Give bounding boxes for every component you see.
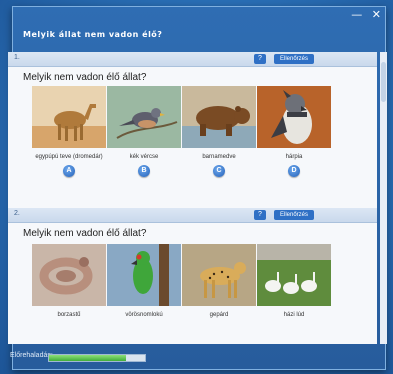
progress-fill (49, 355, 126, 361)
option-card[interactable]: barnamedve C (182, 86, 256, 177)
window-title: Melyik állat nem vadon élő? (23, 30, 163, 39)
option-label: házi lúd (283, 312, 305, 318)
option-card[interactable]: házi lúd (257, 244, 331, 319)
vertical-scrollbar[interactable] (380, 52, 387, 344)
option-card[interactable]: hárpia D (257, 86, 331, 177)
camel-image (32, 86, 106, 148)
window-controls: — ✕ (13, 7, 385, 23)
snake-image (32, 244, 106, 306)
help-button[interactable]: ? (254, 210, 266, 220)
option-card[interactable]: egypúpú teve (dromedár) A (32, 86, 106, 177)
answer-c-button[interactable]: C (213, 165, 225, 177)
option-card[interactable]: borzastű (32, 244, 106, 319)
question-2-text: Melyik nem vadon élő állat? (23, 228, 147, 239)
check-button[interactable]: Ellenőrzés (274, 210, 315, 220)
scrollbar-thumb[interactable] (381, 62, 386, 102)
minimize-button[interactable]: — (351, 8, 362, 21)
option-label: vörösnomlokú (125, 312, 163, 318)
help-button[interactable]: ? (254, 54, 266, 64)
question-1-header: 1. ? Ellenőrzés (8, 52, 377, 67)
answer-b-button[interactable]: B (138, 165, 150, 177)
quiz-content: 1. ? Ellenőrzés Melyik nem vadon élő áll… (8, 52, 377, 344)
option-label: gepárd (209, 312, 229, 318)
option-label: kék vércse (129, 154, 159, 160)
harpy-eagle-image (257, 86, 331, 148)
question-2-header: 2. ? Ellenőrzés (8, 208, 377, 223)
title-bar: Melyik állat nem vadon élő? (17, 24, 381, 46)
answer-d-button[interactable]: D (288, 165, 300, 177)
progress-label: Előrehaladás: (10, 352, 53, 359)
falcon-image (107, 86, 181, 148)
option-label: barnamedve (202, 154, 236, 160)
bear-image (182, 86, 256, 148)
progress-bar (48, 354, 146, 362)
cheetah-image (182, 244, 256, 306)
close-button[interactable]: ✕ (372, 8, 381, 21)
option-card[interactable]: vörösnomlokú (107, 244, 181, 319)
option-card[interactable]: gepárd (182, 244, 256, 319)
geese-image (257, 244, 331, 306)
option-label: egypúpú teve (dromedár) (35, 154, 103, 160)
option-label: hárpia (285, 154, 303, 160)
option-card[interactable]: kék vércse B (107, 86, 181, 177)
check-button[interactable]: Ellenőrzés (274, 54, 315, 64)
question-2-number: 2. (14, 210, 20, 217)
parrot-image (107, 244, 181, 306)
option-label: borzastű (57, 312, 81, 318)
question-1-number: 1. (14, 54, 20, 61)
question-1-text: Melyik nem vadon élő állat? (23, 72, 147, 83)
answer-a-button[interactable]: A (63, 165, 75, 177)
